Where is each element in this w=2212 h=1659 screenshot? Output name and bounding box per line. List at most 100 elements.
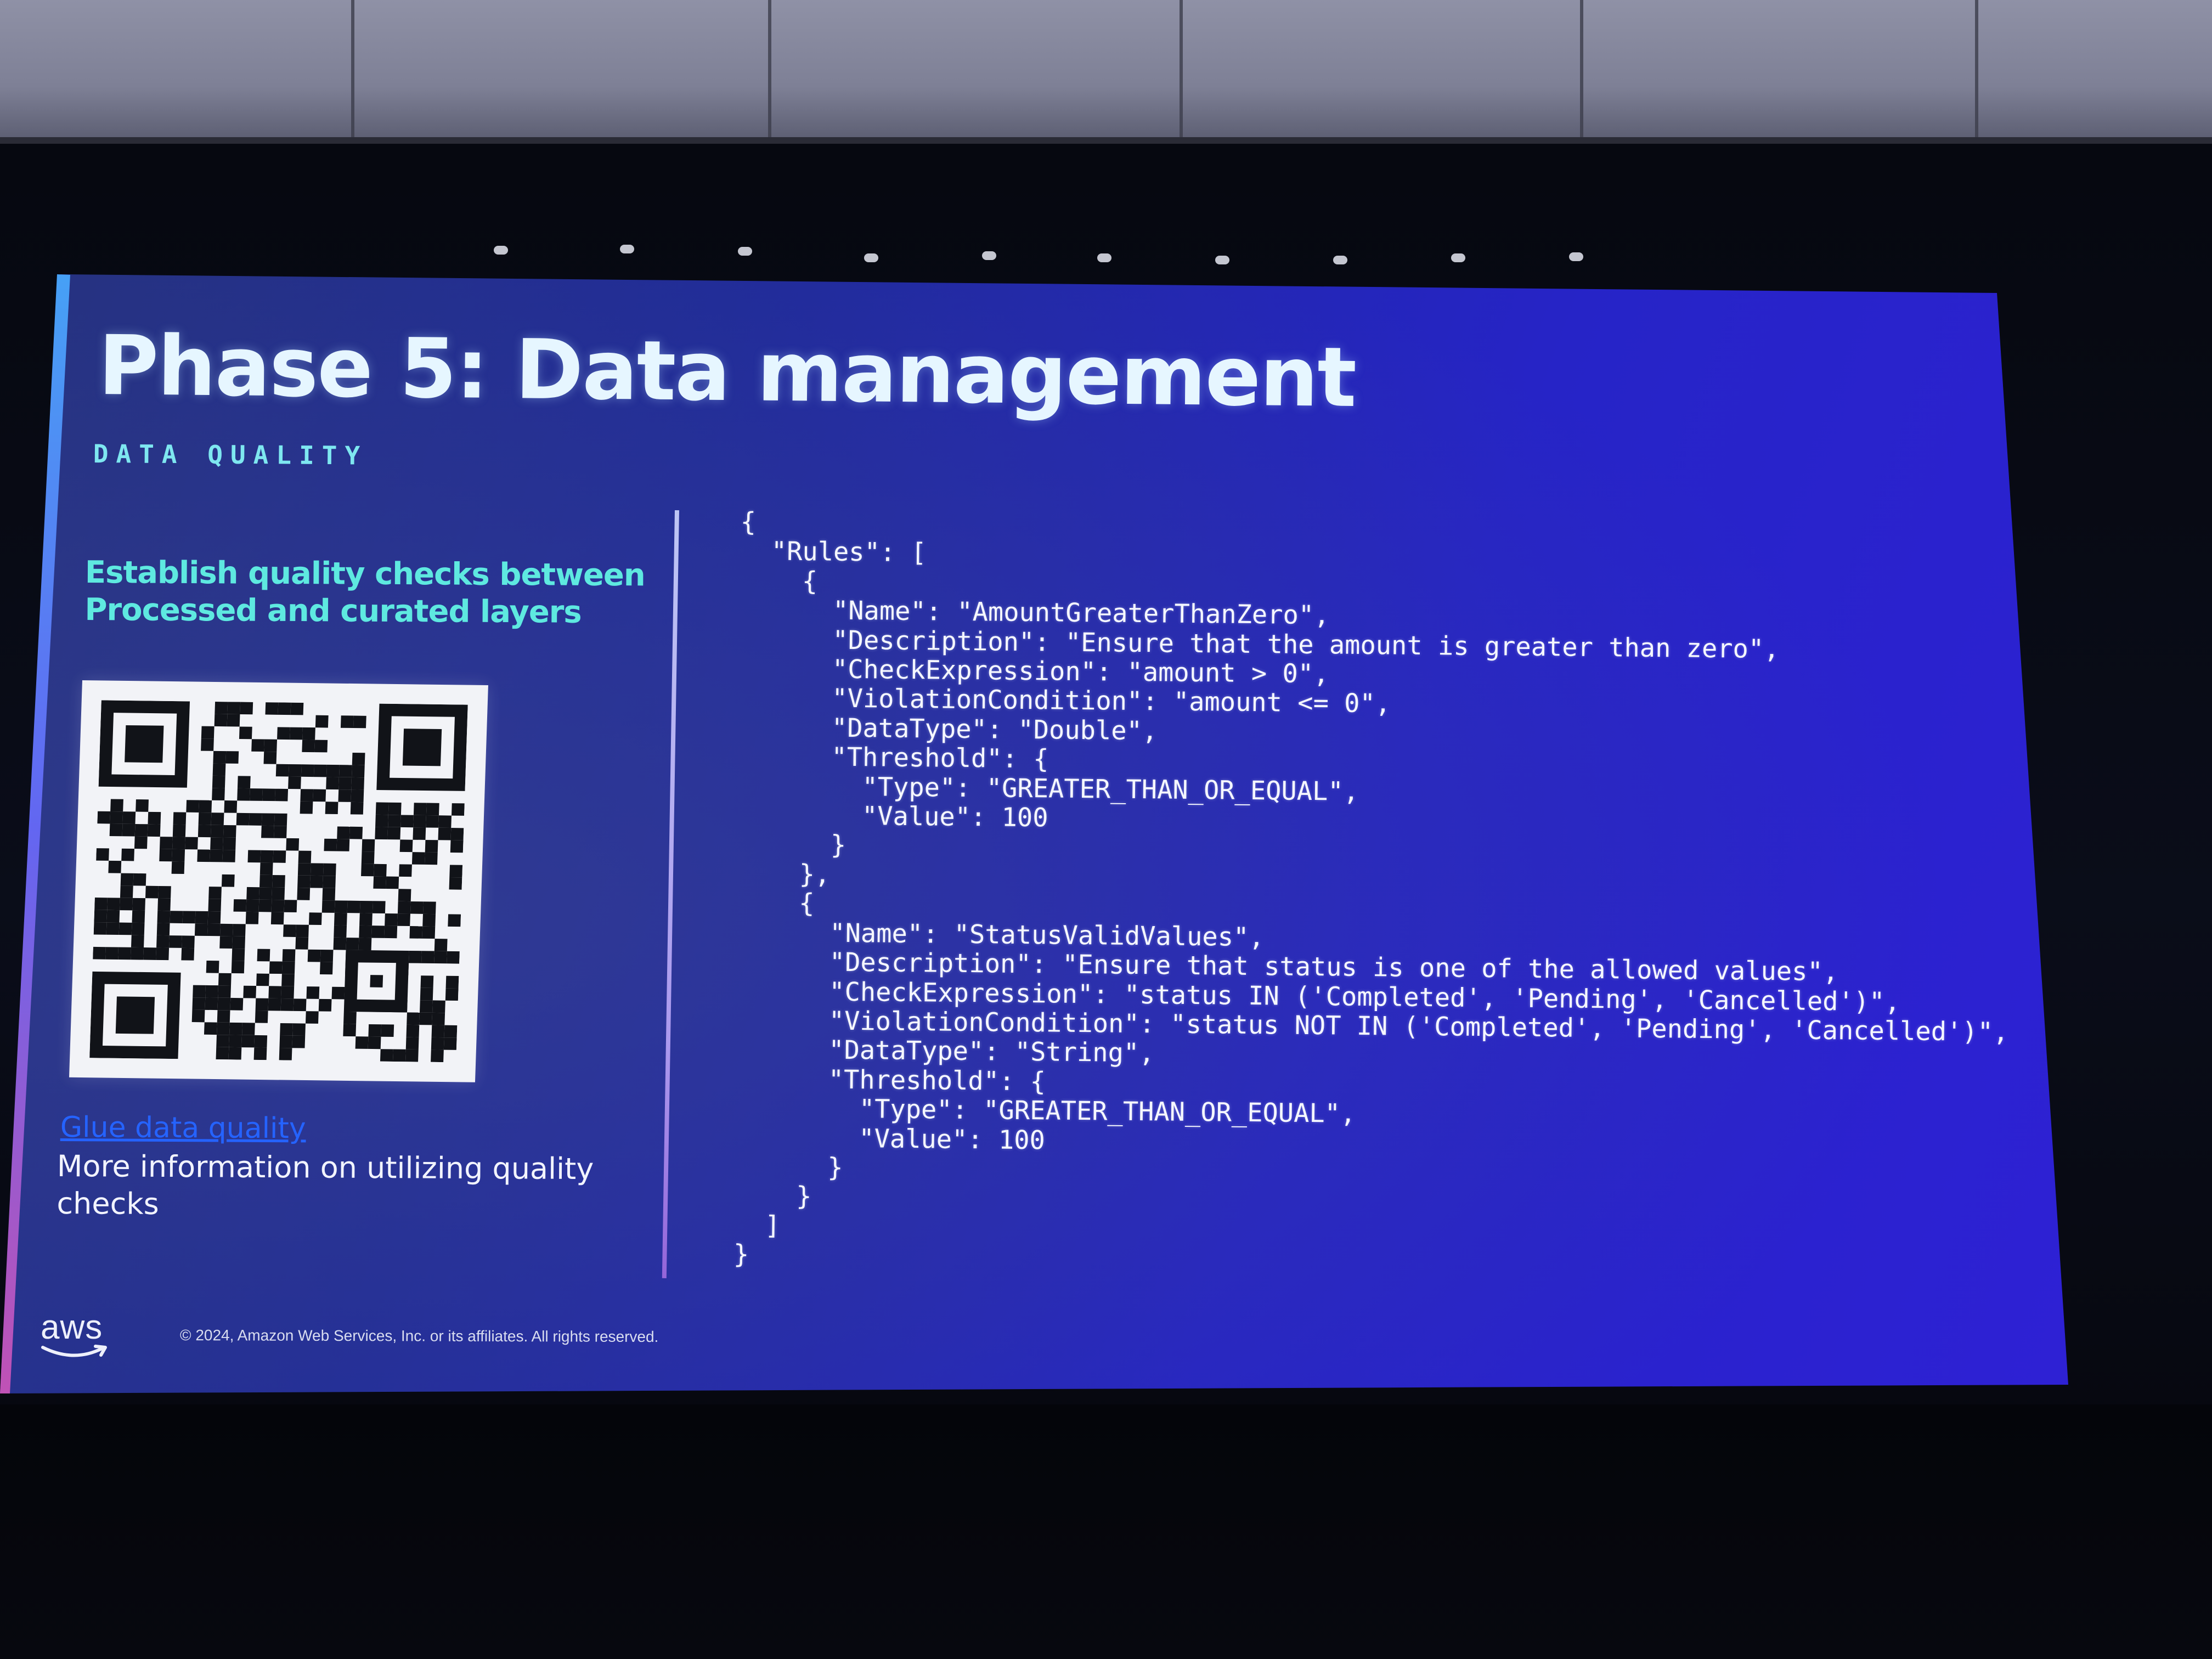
qr-module <box>192 997 206 1010</box>
led-light <box>1569 252 1583 261</box>
qr-module <box>110 799 123 812</box>
qr-module <box>228 1047 242 1060</box>
qr-module <box>199 800 212 813</box>
qr-module <box>215 701 228 714</box>
qr-module <box>191 1009 205 1023</box>
aws-smile-icon <box>41 1345 107 1357</box>
qr-module <box>425 839 438 853</box>
glue-data-quality-link[interactable]: Glue data quality <box>60 1111 306 1145</box>
qr-module <box>205 985 218 998</box>
qr-module <box>374 864 387 877</box>
qr-module <box>208 887 222 899</box>
qr-module <box>426 815 439 828</box>
qr-module <box>405 1037 419 1050</box>
qr-module <box>359 925 373 938</box>
qr-module <box>347 900 360 913</box>
qr-module <box>255 998 269 1011</box>
qr-module <box>107 898 120 911</box>
qr-module <box>156 935 170 948</box>
qr-module <box>169 935 182 948</box>
qr-module <box>259 887 273 900</box>
qr-module <box>313 789 326 802</box>
qr-module <box>193 985 206 998</box>
qr-module <box>210 849 223 862</box>
qr-code-icon[interactable] <box>69 680 488 1082</box>
qr-module <box>340 715 354 729</box>
qr-module <box>219 936 233 949</box>
qr-module <box>173 812 187 825</box>
qr-module <box>133 873 146 886</box>
qr-module <box>94 898 108 910</box>
qr-module <box>237 788 250 801</box>
qr-module <box>221 874 235 887</box>
ceiling <box>0 0 2212 147</box>
aws-logo-text: aws <box>41 1308 103 1346</box>
qr-module <box>134 836 148 849</box>
qr-module <box>296 924 309 938</box>
qr-module <box>398 889 411 902</box>
qr-module <box>172 824 186 837</box>
qr-module <box>201 738 214 751</box>
qr-module <box>159 849 173 862</box>
qr-module <box>122 823 136 837</box>
qr-module <box>432 1012 445 1025</box>
qr-module <box>108 860 122 873</box>
qr-module <box>93 946 106 960</box>
lead-line-2: Processed and curated layers <box>84 591 582 630</box>
qr-module <box>426 803 439 816</box>
qr-module <box>132 898 146 911</box>
qr-module <box>134 824 148 837</box>
qr-module <box>262 788 276 802</box>
qr-module <box>334 925 347 938</box>
qr-module <box>400 815 414 828</box>
qr-module <box>227 714 240 727</box>
qr-module <box>157 910 171 923</box>
qr-module <box>120 873 134 886</box>
qr-module <box>438 827 452 840</box>
qr-module <box>239 726 252 740</box>
ceiling-seam <box>351 0 354 144</box>
ceiling-seam <box>768 0 771 144</box>
qr-module <box>315 715 329 728</box>
qr-module <box>432 1000 445 1013</box>
qr-module <box>241 1035 255 1048</box>
photo-scene: Phase 5: Data management DATA QUALITY Es… <box>0 0 2212 1659</box>
qr-module <box>284 900 297 913</box>
qr-module <box>322 888 336 901</box>
qr-module <box>247 850 261 863</box>
qr-module <box>261 825 274 838</box>
aws-logo-icon: aws <box>41 1311 112 1361</box>
qr-module <box>420 1000 433 1013</box>
qr-module <box>361 864 374 877</box>
qr-module <box>186 800 200 812</box>
qr-module <box>257 949 270 962</box>
qr-module <box>254 1035 268 1048</box>
qr-module <box>261 813 275 826</box>
qr-module <box>275 788 289 802</box>
qr-module <box>197 849 211 862</box>
qr-module <box>387 827 401 840</box>
qr-module <box>445 975 459 989</box>
qr-module <box>290 727 303 740</box>
lead-line-1: Establish quality checks between <box>84 555 645 594</box>
qr-module <box>217 1022 230 1035</box>
led-light <box>620 245 634 253</box>
qr-module <box>259 862 273 876</box>
qr-module <box>431 1037 444 1050</box>
qr-module <box>122 811 136 825</box>
qr-module <box>410 901 424 914</box>
qr-module <box>217 997 231 1011</box>
qr-module <box>274 826 287 838</box>
qr-module <box>351 777 365 790</box>
qr-module <box>293 998 307 1012</box>
led-light <box>1451 253 1465 262</box>
qr-module <box>334 900 348 913</box>
qr-module <box>420 988 433 1001</box>
qr-module <box>302 727 315 740</box>
qr-module <box>182 935 195 949</box>
qr-module <box>263 751 277 764</box>
qr-module <box>216 1047 229 1060</box>
qr-module <box>232 949 245 961</box>
qr-module <box>323 876 336 888</box>
qr-module <box>450 840 464 853</box>
